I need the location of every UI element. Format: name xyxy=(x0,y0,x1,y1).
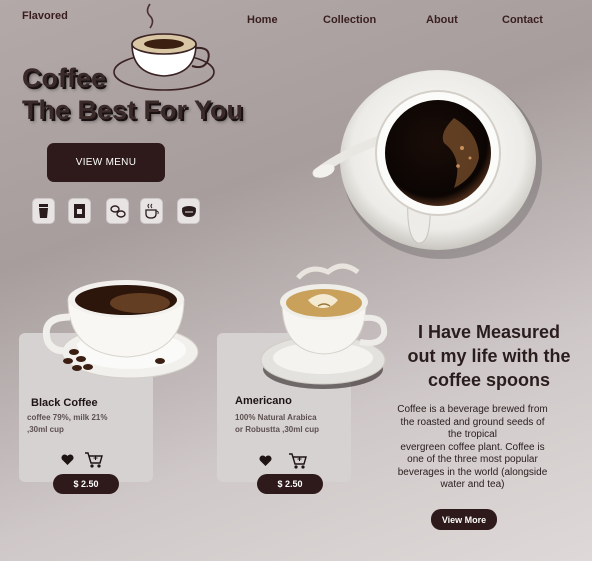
coffee-beans-icon[interactable] xyxy=(106,198,129,224)
quote-line1: I Have Measured xyxy=(417,322,561,342)
about-line3: the tropical xyxy=(448,429,497,440)
cart-icon[interactable] xyxy=(84,451,104,474)
product-name: Black Coffee xyxy=(31,397,98,409)
hero-title: Coffee The Best For You xyxy=(22,62,243,126)
steaming-cup-icon[interactable] xyxy=(140,198,163,224)
about-line1: Coffee is a beverage brewed from xyxy=(397,404,548,415)
hero-title-line2: The Best For You xyxy=(22,95,244,125)
product-desc-line2: ,30ml cup xyxy=(27,425,64,434)
product-desc-line2: or Robustta ,30ml cup xyxy=(235,425,320,434)
hero-title-line1: Coffee xyxy=(22,63,107,93)
black-coffee-image xyxy=(42,280,199,379)
about-line5: one of the three most popular xyxy=(407,454,538,465)
about-line4: evergreen coffee plant. Coffee is xyxy=(400,441,545,453)
product-description: 100% Natural Arabica or Robustta ,30ml c… xyxy=(235,412,319,436)
about-line6: beverages in the world (alongside xyxy=(397,466,548,478)
hero-coffee-cup-image xyxy=(312,70,542,259)
view-more-button[interactable]: View More xyxy=(431,509,497,530)
view-menu-button[interactable]: VIEW MENU xyxy=(47,143,165,182)
price-badge[interactable]: $ 2.50 xyxy=(53,474,119,494)
quote-line2: out my life with the xyxy=(407,346,571,366)
about-paragraph: Coffee is a beverage brewed from the roa… xyxy=(380,404,565,492)
nav-about-link[interactable]: About xyxy=(426,14,458,26)
product-desc-line1: 100% Natural Arabica xyxy=(235,413,317,422)
nav-collection-link[interactable]: Collection xyxy=(323,14,376,26)
price-badge[interactable]: $ 2.50 xyxy=(257,474,323,494)
cart-icon[interactable] xyxy=(288,452,308,475)
product-desc-line1: coffee 79%, milk 21% xyxy=(27,413,108,422)
product-description: coffee 79%, milk 21% ,30ml cup xyxy=(27,412,107,436)
about-line7: water and tea) xyxy=(440,479,505,490)
coffee-bowl-icon[interactable] xyxy=(177,198,200,224)
heart-icon[interactable] xyxy=(259,454,272,472)
quote-line3: coffee spoons xyxy=(427,370,551,390)
cup-icon[interactable] xyxy=(32,198,55,224)
coffee-machine-icon[interactable] xyxy=(68,198,91,224)
americano-image xyxy=(260,263,388,389)
quote-heading: I Have Measured out my life with the cof… xyxy=(393,320,585,392)
nav-home-link[interactable]: Home xyxy=(247,14,278,26)
nav-contact-link[interactable]: Contact xyxy=(502,14,543,26)
about-line2: the roasted and ground seeds of xyxy=(400,416,545,428)
product-name: Americano xyxy=(235,395,292,407)
heart-icon[interactable] xyxy=(61,453,74,471)
brand-logo[interactable]: Flavored xyxy=(22,10,68,22)
